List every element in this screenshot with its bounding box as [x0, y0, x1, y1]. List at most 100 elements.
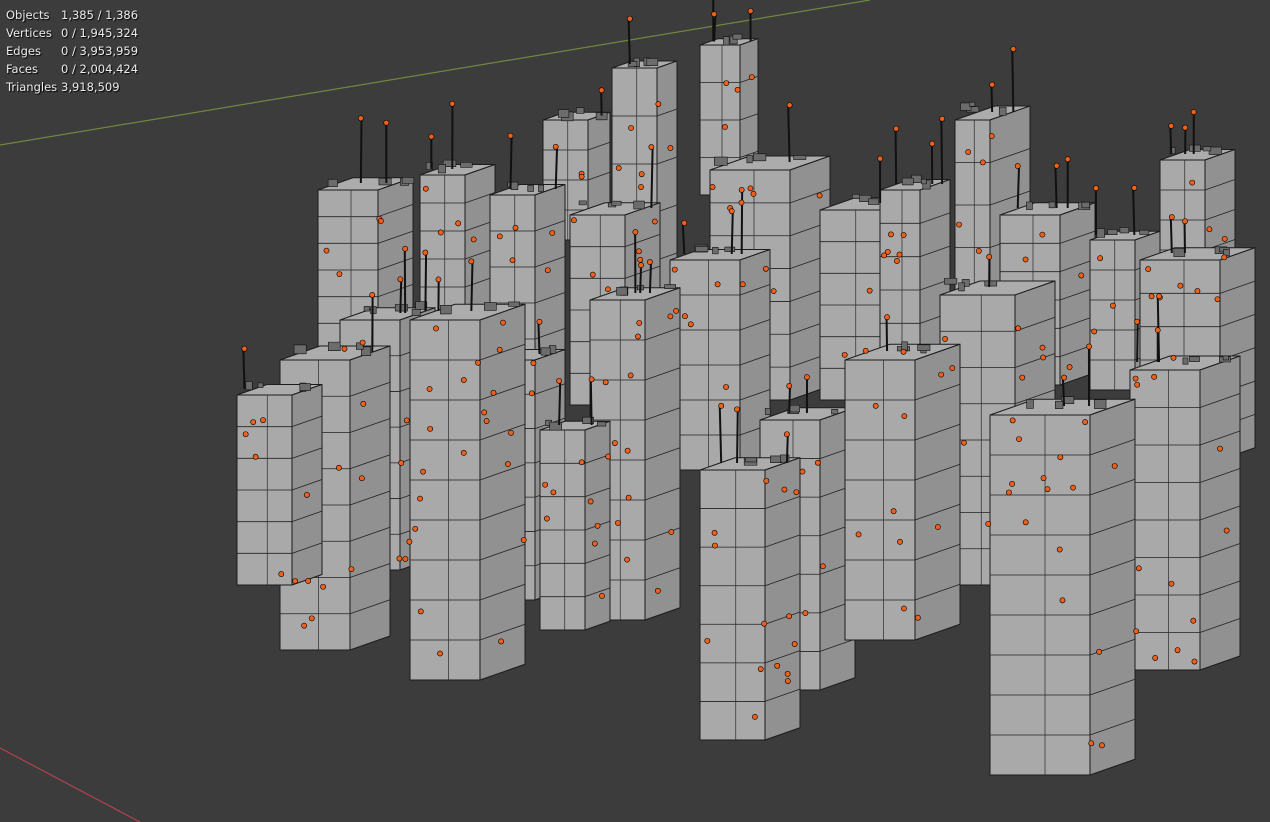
origin-point — [587, 498, 594, 505]
origin-point — [624, 556, 630, 563]
roof-detail — [712, 246, 719, 255]
antenna — [1016, 165, 1021, 209]
origin-point — [855, 531, 862, 538]
antenna — [424, 252, 428, 312]
origin-point — [770, 288, 777, 295]
roof-detail — [714, 156, 728, 166]
city-scene[interactable] — [0, 0, 1270, 822]
origin-point — [929, 140, 936, 147]
antenna — [509, 135, 513, 190]
origin-point — [894, 258, 900, 264]
roof-detail — [1055, 400, 1064, 409]
origin-point — [496, 346, 503, 353]
origin-point — [961, 439, 967, 446]
origin-point — [712, 542, 718, 549]
origin-point — [1177, 282, 1184, 289]
origin-point — [578, 459, 585, 466]
origin-point — [420, 468, 426, 475]
origin-point — [1223, 527, 1230, 534]
origin-point — [530, 360, 537, 366]
origin-point — [571, 217, 577, 224]
roof-detail — [1173, 248, 1186, 257]
roof-detail — [998, 106, 1007, 116]
origin-point — [341, 345, 348, 352]
antenna — [788, 385, 792, 414]
origin-point — [718, 402, 725, 409]
origin-point — [468, 258, 475, 265]
origin-point — [681, 220, 688, 226]
origin-point — [1006, 489, 1012, 496]
origin-point — [589, 271, 596, 278]
origin-point — [536, 318, 543, 325]
origin-point — [544, 267, 551, 274]
antenna — [785, 434, 789, 464]
origin-point — [605, 453, 612, 460]
antenna — [650, 147, 654, 209]
origin-point — [1156, 293, 1162, 300]
roof-detail — [401, 177, 415, 184]
origin-point — [377, 218, 384, 224]
origin-point — [1022, 519, 1029, 526]
origin-point — [1088, 740, 1095, 747]
origin-point — [428, 133, 435, 140]
stat-row-triangles: Triangles 3,918,509 — [6, 78, 138, 96]
roof-detail — [558, 109, 570, 118]
origin-point — [635, 248, 642, 255]
antenna — [713, 14, 717, 42]
roof-detail — [538, 184, 544, 193]
origin-point — [1009, 417, 1016, 424]
origin-point — [427, 425, 434, 432]
origin-point — [1044, 486, 1051, 493]
origin-point — [896, 251, 903, 258]
origin-point — [986, 253, 993, 260]
origin-point — [747, 185, 754, 192]
origin-point — [422, 185, 429, 192]
roof-detail — [920, 178, 927, 185]
3d-viewport[interactable]: Objects 1,385 / 1,386 Vertices 0 / 1,945,32… — [0, 0, 1270, 822]
origin-point — [301, 622, 308, 629]
roof-detail — [664, 284, 676, 290]
origin-point — [594, 522, 601, 529]
origin-point — [1091, 328, 1098, 335]
origin-point — [242, 431, 249, 438]
origin-point — [470, 236, 477, 243]
antenna — [736, 409, 739, 464]
origin-point — [626, 15, 633, 22]
stat-value: 0 / 1,945,324 — [61, 26, 139, 40]
origin-point — [1053, 162, 1060, 169]
origin-point — [520, 537, 527, 543]
origin-point — [734, 406, 740, 413]
origin-point — [605, 286, 611, 293]
roof-detail — [917, 344, 931, 351]
origin-point — [396, 555, 403, 562]
antenna — [399, 279, 403, 314]
roof-detail — [1119, 227, 1130, 234]
roof-detail — [540, 347, 551, 356]
origin-point — [752, 713, 758, 720]
origin-point — [651, 218, 658, 225]
origin-point — [667, 313, 674, 320]
origin-point — [549, 230, 556, 236]
origin-point — [598, 87, 605, 94]
origin-point — [588, 376, 595, 383]
origin-point — [714, 281, 721, 288]
origin-point — [901, 605, 907, 612]
antenna — [242, 348, 246, 390]
roof-detail — [646, 58, 659, 66]
tower-front — [844, 359, 916, 641]
tower-front — [419, 174, 466, 316]
antenna — [1061, 377, 1066, 407]
origin-point — [1133, 628, 1140, 635]
origin-point — [784, 431, 790, 438]
origin-point — [1214, 296, 1221, 303]
origin-point — [914, 614, 921, 621]
origin-point — [1206, 226, 1213, 233]
origin-point — [437, 650, 443, 657]
roof-detail — [633, 200, 645, 210]
roof-detail — [831, 409, 839, 415]
origin-point — [638, 184, 644, 190]
stat-label: Vertices — [6, 26, 52, 40]
roof-detail — [746, 155, 753, 164]
roof-detail — [1048, 201, 1056, 209]
roof-detail — [293, 344, 307, 355]
